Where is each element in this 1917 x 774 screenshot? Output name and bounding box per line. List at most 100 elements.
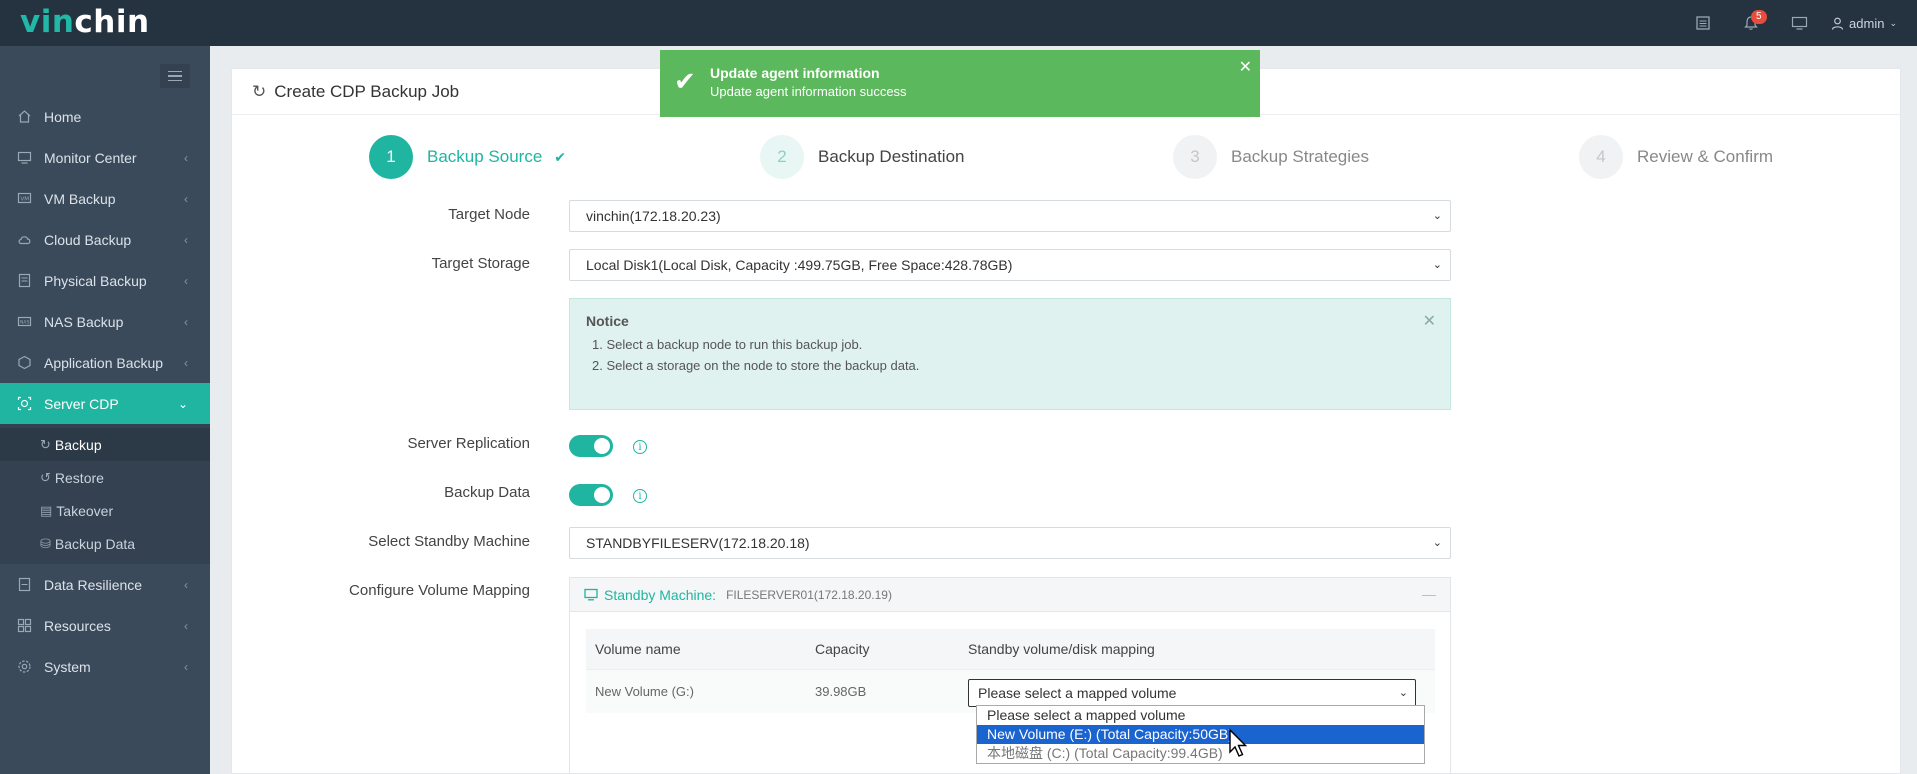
step-label: Backup Destination	[818, 147, 965, 166]
step-label: Backup Source	[427, 147, 543, 166]
sidebar-menu: Home Monitor Center ‹ VM VM Backup ‹ Clo…	[0, 96, 210, 687]
checkmark-icon: ✔	[674, 66, 696, 96]
vinchin-logo[interactable]: vinchin	[20, 4, 150, 40]
sidebar-item-monitor-center[interactable]: Monitor Center ‹	[0, 137, 210, 178]
step-number: 1	[369, 135, 413, 179]
nas-icon: NAS	[16, 314, 32, 330]
sidebar-item-label: Monitor Center	[44, 149, 137, 166]
sidebar-item-label: System	[44, 658, 91, 675]
page-title: Create CDP Backup Job	[274, 81, 460, 101]
notice-line: 2. Select a storage on the node to store…	[592, 358, 920, 373]
close-icon[interactable]: ✕	[1423, 311, 1436, 331]
close-icon[interactable]: ✕	[1239, 57, 1252, 77]
sidebar-item-cloud-backup[interactable]: Cloud Backup ‹	[0, 219, 210, 260]
info-icon[interactable]: i	[633, 489, 647, 503]
restore-icon: ↺	[40, 469, 51, 485]
submenu-label: Takeover	[56, 502, 114, 519]
sidebar-item-physical-backup[interactable]: Physical Backup ‹	[0, 260, 210, 301]
standby-machine-select[interactable]: STANDBYFILESERV(172.18.20.18) ⌄	[569, 527, 1451, 559]
server-replication-toggle[interactable]	[569, 435, 613, 457]
dropdown-option-highlighted[interactable]: New Volume (E:) (Total Capacity:50GB)	[977, 725, 1424, 744]
submenu-item-restore[interactable]: ↺ Restore	[0, 461, 210, 494]
sidebar-item-label: VM Backup	[44, 190, 116, 207]
sidebar-item-label: NAS Backup	[44, 313, 124, 330]
logo-suffix: chin	[74, 4, 150, 40]
dropdown-option[interactable]: 本地磁盘 (C:) (Total Capacity:99.4GB)	[977, 744, 1424, 763]
sidebar-item-resources[interactable]: Resources ‹	[0, 605, 210, 646]
step-backup-strategies[interactable]: 3 Backup Strategies	[1173, 135, 1369, 179]
sidebar-item-server-cdp[interactable]: Server CDP ⌄	[0, 383, 210, 424]
sidebar-item-label: Cloud Backup	[44, 231, 132, 248]
standby-machine-header: Standby Machine: FILESERVER01(172.18.20.…	[570, 578, 1450, 612]
select-value: Local Disk1(Local Disk, Capacity :499.75…	[586, 257, 1013, 273]
target-storage-label: Target Storage	[431, 255, 530, 272]
sidebar-toggle-button[interactable]	[160, 64, 190, 88]
submenu-item-backup-data[interactable]: ⛁ Backup Data	[0, 527, 210, 560]
sidebar-item-label: Resources	[44, 617, 111, 634]
info-icon[interactable]: i	[633, 440, 647, 454]
step-backup-source[interactable]: 1 Backup Source ✔	[369, 135, 566, 179]
chevron-left-icon: ‹	[184, 578, 188, 592]
task-list-icon[interactable]	[1679, 0, 1727, 46]
sidebar-item-label: Server CDP	[44, 395, 119, 412]
computer-icon	[584, 588, 598, 601]
sidebar-item-label: Data Resilience	[44, 576, 143, 593]
resilience-icon	[16, 577, 32, 593]
takeover-icon: ▤	[40, 502, 53, 518]
sidebar-item-label: Application Backup	[44, 354, 164, 371]
target-storage-select[interactable]: Local Disk1(Local Disk, Capacity :499.75…	[569, 249, 1451, 281]
target-node-select[interactable]: vinchin(172.18.20.23) ⌄	[569, 200, 1451, 232]
volume-name: New Volume (G:)	[595, 684, 694, 699]
chevron-down-icon: ⌄	[1432, 210, 1442, 222]
vm-icon: VM	[16, 191, 32, 207]
sidebar-item-nas-backup[interactable]: NAS NAS Backup ‹	[0, 301, 210, 342]
sidebar-item-label: Physical Backup	[44, 272, 147, 289]
app-icon	[16, 355, 32, 371]
toast-message: Update agent information success	[710, 84, 907, 99]
column-header: Capacity	[815, 641, 870, 657]
mapped-volume-dropdown: Please select a mapped volume New Volume…	[976, 705, 1425, 764]
dropdown-option[interactable]: Please select a mapped volume	[977, 706, 1424, 725]
volume-mapping-label: Configure Volume Mapping	[349, 582, 530, 599]
mapped-volume-select[interactable]: Please select a mapped volume ⌄	[968, 678, 1416, 707]
cdp-icon	[16, 396, 32, 412]
bell-icon[interactable]: 5	[1727, 0, 1775, 46]
volume-capacity: 39.98GB	[815, 684, 867, 699]
step-review-confirm[interactable]: 4 Review & Confirm	[1579, 135, 1773, 179]
database-icon: ⛁	[40, 535, 51, 551]
chevron-left-icon: ‹	[184, 151, 188, 165]
logo-prefix: vin	[20, 4, 75, 40]
column-header: Standby volume/disk mapping	[968, 641, 1155, 657]
sidebar-item-home[interactable]: Home	[0, 96, 210, 137]
svg-text:VM: VM	[20, 197, 29, 203]
submenu-item-takeover[interactable]: ▤ Takeover	[0, 494, 210, 527]
toast-title: Update agent information	[710, 65, 880, 81]
sidebar-item-vm-backup[interactable]: VM VM Backup ‹	[0, 178, 210, 219]
svg-text:NAS: NAS	[20, 320, 29, 326]
backup-data-toggle[interactable]	[569, 484, 613, 506]
submenu-label: Backup	[54, 436, 102, 453]
chevron-left-icon: ‹	[184, 233, 188, 247]
target-node-label: Target Node	[448, 206, 530, 223]
refresh-icon: ↻	[40, 436, 51, 452]
sidebar-item-system[interactable]: System ‹	[0, 646, 210, 687]
standby-machine-title: Standby Machine:	[584, 587, 716, 603]
top-right-tools: 5 admin ⌄	[1679, 0, 1917, 46]
notice-box: Notice 1. Select a backup node to run th…	[569, 298, 1451, 410]
mouse-cursor-icon	[1229, 728, 1248, 757]
create-job-panel: ↻ Create CDP Backup Job 1 Backup Source …	[231, 68, 1901, 774]
monitor-icon	[16, 150, 32, 166]
user-icon	[1831, 17, 1844, 30]
sidebar-item-label: Home	[44, 108, 82, 125]
step-backup-destination[interactable]: 2 Backup Destination	[760, 135, 964, 179]
server-cdp-submenu: ↻ Backup ↺ Restore ▤ Takeover ⛁ Backup Data	[0, 424, 210, 564]
screen-icon[interactable]	[1775, 0, 1823, 46]
submenu-item-backup[interactable]: ↻ Backup	[0, 428, 210, 461]
chevron-left-icon: ‹	[184, 274, 188, 288]
sidebar-item-data-resilience[interactable]: Data Resilience ‹	[0, 564, 210, 605]
checkmark-icon: ✔	[554, 148, 567, 165]
collapse-icon[interactable]: —	[1422, 586, 1436, 602]
sidebar-item-application-backup[interactable]: Application Backup ‹	[0, 342, 210, 383]
user-menu[interactable]: admin ⌄	[1823, 16, 1917, 31]
select-value: vinchin(172.18.20.23)	[586, 208, 721, 224]
